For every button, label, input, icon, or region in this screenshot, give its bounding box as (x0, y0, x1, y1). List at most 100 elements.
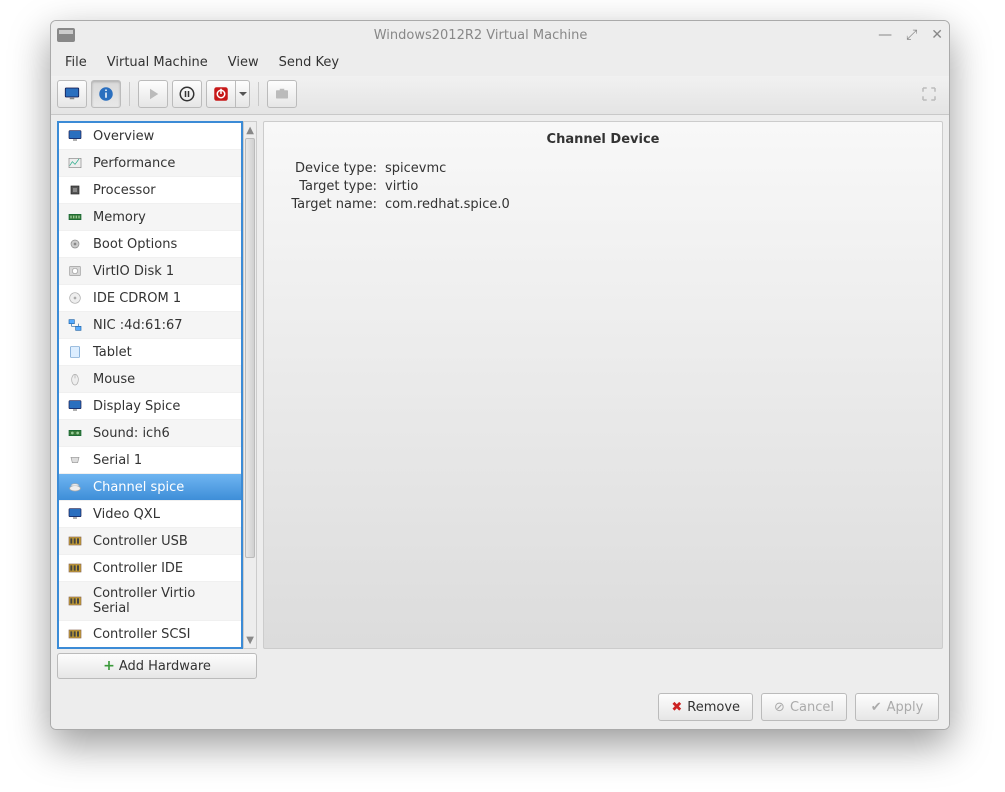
menu-file[interactable]: File (57, 53, 95, 72)
titlebar[interactable]: Windows2012R2 Virtual Machine — ⤢ ✕ (51, 21, 949, 49)
sidebar-item-controller-ide[interactable]: Controller IDE (59, 555, 241, 582)
sidebar-item-label: Controller SCSI (93, 627, 191, 642)
property-key: Device type: (282, 161, 377, 176)
sidebar-item-mouse[interactable]: Mouse (59, 366, 241, 393)
info-icon (97, 85, 115, 103)
scroll-up-arrow[interactable]: ▲ (244, 122, 256, 138)
property-key: Target type: (282, 179, 377, 194)
content-area: Overview Performance Processor Memory Boot O… (51, 115, 949, 685)
monitor-icon (65, 505, 85, 523)
nic-icon (65, 316, 85, 334)
vm-window: Windows2012R2 Virtual Machine — ⤢ ✕ File… (50, 20, 950, 730)
sidebar-item-display-spice[interactable]: Display Spice (59, 393, 241, 420)
sidebar-item-processor[interactable]: Processor (59, 177, 241, 204)
remove-icon: ✖ (671, 700, 682, 715)
shutdown-button[interactable] (206, 80, 236, 108)
property-value: com.redhat.spice.0 (385, 197, 510, 212)
snapshot-icon (273, 85, 291, 103)
sidebar-item-boot-options[interactable]: Boot Options (59, 231, 241, 258)
toolbar-separator (129, 82, 130, 106)
menu-send-key[interactable]: Send Key (271, 53, 347, 72)
controller-icon (65, 625, 85, 643)
pause-button[interactable] (172, 80, 202, 108)
close-button[interactable]: ✕ (931, 28, 943, 42)
cpu-icon (65, 181, 85, 199)
sidebar-item-label: Display Spice (93, 399, 180, 414)
details-view-button[interactable] (91, 80, 121, 108)
snapshots-button[interactable] (267, 80, 297, 108)
sidebar-item-video-qxl[interactable]: Video QXL (59, 501, 241, 528)
fullscreen-button[interactable] (915, 82, 943, 106)
remove-button[interactable]: ✖ Remove (658, 693, 753, 721)
fullscreen-icon (920, 85, 938, 103)
scroll-track[interactable] (244, 138, 256, 632)
maximize-button[interactable]: ⤢ (906, 28, 917, 42)
shutdown-dropdown[interactable] (236, 80, 250, 108)
sidebar-item-ide-cdrom-1[interactable]: IDE CDROM 1 (59, 285, 241, 312)
properties-table: Device type:spicevmcTarget type:virtioTa… (264, 161, 942, 215)
apply-icon: ✔ (871, 700, 882, 715)
sidebar-item-memory[interactable]: Memory (59, 204, 241, 231)
button-bar: ✖ Remove ⊘ Cancel ✔ Apply (51, 685, 949, 729)
add-hardware-label: Add Hardware (119, 659, 211, 674)
tablet-icon (65, 343, 85, 361)
mouse-icon (65, 370, 85, 388)
property-value: virtio (385, 179, 418, 194)
run-button[interactable] (138, 80, 168, 108)
plus-icon: + (103, 658, 115, 674)
power-icon (212, 85, 230, 103)
sidebar-item-label: Performance (93, 156, 175, 171)
scroll-down-arrow[interactable]: ▼ (244, 632, 256, 648)
remove-label: Remove (687, 700, 740, 715)
sidebar-item-label: Channel spice (93, 480, 184, 495)
add-hardware-button[interactable]: + Add Hardware (57, 653, 257, 679)
sidebar-item-overview[interactable]: Overview (59, 123, 241, 150)
sidebar-item-channel-spice[interactable]: Channel spice (59, 474, 241, 501)
sidebar-item-label: Sound: ich6 (93, 426, 170, 441)
panel-heading: Channel Device (264, 122, 942, 161)
details-panel: Channel Device Device type: spicevmc Targe… (263, 121, 943, 649)
property-row: Target name:com.redhat.spice.0 (282, 197, 924, 212)
sidebar-item-label: NIC :4d:61:67 (93, 318, 183, 333)
sidebar-item-controller-virtio-serial[interactable]: Controller Virtio Serial (59, 582, 241, 621)
apply-button[interactable]: ✔ Apply (855, 693, 939, 721)
sidebar-item-label: Tablet (93, 345, 132, 360)
sidebar-scrollbar[interactable]: ▲ ▼ (243, 121, 257, 649)
channel-icon (65, 478, 85, 496)
pause-icon (178, 85, 196, 103)
sidebar-item-serial-1[interactable]: Serial 1 (59, 447, 241, 474)
monitor-icon (65, 397, 85, 415)
sidebar-item-sound-ich6[interactable]: Sound: ich6 (59, 420, 241, 447)
disk-icon (65, 262, 85, 280)
cdrom-icon (65, 289, 85, 307)
sidebar-item-label: Controller USB (93, 534, 188, 549)
cancel-label: Cancel (790, 700, 834, 715)
sidebar-item-controller-scsi[interactable]: Controller SCSI (59, 621, 241, 647)
menu-view[interactable]: View (220, 53, 267, 72)
menu-virtual-machine[interactable]: Virtual Machine (99, 53, 216, 72)
sidebar-item-label: Video QXL (93, 507, 160, 522)
console-view-button[interactable] (57, 80, 87, 108)
property-value: spicevmc (385, 161, 446, 176)
hardware-list[interactable]: Overview Performance Processor Memory Boot O… (59, 123, 241, 647)
sidebar-item-label: Mouse (93, 372, 135, 387)
serial-icon (65, 451, 85, 469)
sidebar-item-label: VirtIO Disk 1 (93, 264, 174, 279)
scroll-thumb[interactable] (245, 138, 255, 558)
ram-icon (65, 208, 85, 226)
property-row: Target type: virtio (282, 179, 924, 194)
sidebar-item-nic-4d-61-67[interactable]: NIC :4d:61:67 (59, 312, 241, 339)
toolbar (51, 76, 949, 115)
sidebar-item-tablet[interactable]: Tablet (59, 339, 241, 366)
controller-icon (65, 592, 85, 610)
sidebar-item-label: Memory (93, 210, 146, 225)
sidebar-item-performance[interactable]: Performance (59, 150, 241, 177)
minimize-button[interactable]: — (878, 28, 892, 42)
play-icon (144, 85, 162, 103)
sidebar-item-virtio-disk-1[interactable]: VirtIO Disk 1 (59, 258, 241, 285)
cancel-button[interactable]: ⊘ Cancel (761, 693, 847, 721)
cancel-icon: ⊘ (774, 700, 785, 715)
sidebar-item-label: IDE CDROM 1 (93, 291, 181, 306)
gear-icon (65, 235, 85, 253)
sidebar-item-controller-usb[interactable]: Controller USB (59, 528, 241, 555)
